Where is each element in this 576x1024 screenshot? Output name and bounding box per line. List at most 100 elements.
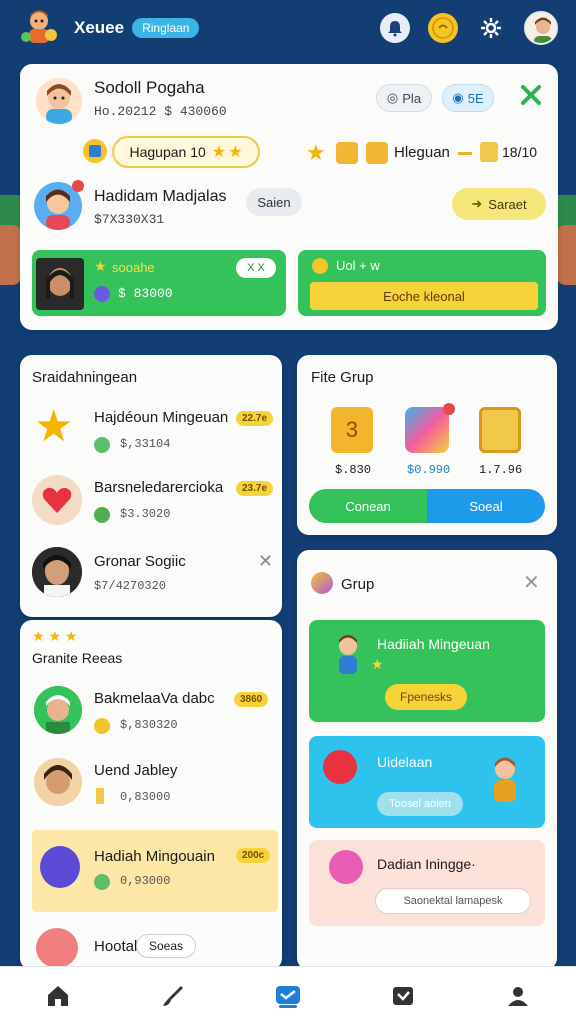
nav-task[interactable] bbox=[383, 976, 423, 1016]
list-item-highlighted[interactable]: Hadiah Mingouain 200c 0,93000 bbox=[32, 830, 278, 912]
item-badge: 23.7e bbox=[236, 481, 274, 496]
friend-meta: $7X330X31 bbox=[94, 212, 165, 227]
user-avatar bbox=[34, 686, 82, 734]
nav-brush[interactable] bbox=[153, 976, 193, 1016]
star-icon: ★ bbox=[64, 628, 78, 644]
close-icon[interactable]: ✕ bbox=[258, 551, 273, 572]
heart-icon bbox=[32, 475, 82, 525]
hleguan-value: 18/10 bbox=[502, 144, 538, 160]
rewards-card: ★ ★ ★ Granite Reeas BakmelaaVa dabc 3860… bbox=[20, 620, 282, 970]
grup-panel[interactable]: Dadian Iningge· Saonektal lamapesk bbox=[309, 840, 545, 926]
background-deco bbox=[556, 225, 576, 285]
grup-icon bbox=[311, 572, 333, 594]
list-item[interactable]: Gronar Sogiic ✕ $7/4270320 bbox=[20, 543, 282, 603]
list-item[interactable]: ★ Hajdéoun Mingeuan 22.7e $,33104 bbox=[20, 401, 282, 461]
profile-avatar[interactable] bbox=[36, 78, 82, 124]
grup-panel-button[interactable]: Saonektal lamapesk bbox=[375, 888, 531, 914]
notification-button[interactable] bbox=[380, 13, 410, 43]
profile-card: Sodoll Pogaha Ho.20212 $ 430060 ◎ Pla ◉ … bbox=[20, 64, 558, 330]
grup-panel-title: Hadiiah Mingeuan bbox=[377, 636, 490, 652]
list-item[interactable]: BakmelaaVa dabc 3860 $,830320 bbox=[20, 684, 282, 744]
user-avatar bbox=[34, 758, 82, 806]
status-chip-label: Pla bbox=[402, 90, 422, 106]
item-title: Uend Jabley bbox=[94, 762, 178, 779]
item-sub: 0,83000 bbox=[120, 790, 171, 804]
trophy-icon bbox=[480, 142, 498, 162]
notification-dot bbox=[443, 403, 455, 415]
level-chip[interactable]: ◉ 5E bbox=[442, 84, 494, 112]
item-chip[interactable]: Soeas bbox=[136, 934, 196, 958]
star-icon: ★ bbox=[32, 628, 45, 644]
arrow-icon: ➜ bbox=[471, 196, 483, 211]
task-icon bbox=[393, 986, 414, 1005]
coin-icon bbox=[94, 718, 110, 734]
reward-right-button[interactable]: Eoche kleonal bbox=[310, 282, 538, 310]
nav-profile[interactable] bbox=[498, 976, 538, 1016]
reward-left-x[interactable]: X X bbox=[236, 258, 276, 278]
friend-tag[interactable]: Saien bbox=[246, 188, 302, 216]
segmented-button: Conean Soeal bbox=[309, 489, 545, 523]
item-title: Hajdéoun Mingeuan bbox=[94, 409, 229, 426]
item-sub: $,33104 bbox=[120, 437, 171, 451]
hagupan-chip[interactable]: Hagupan 10 ★ ★ bbox=[112, 136, 260, 168]
item-title: Barsneledarercioka bbox=[94, 479, 224, 496]
segment-right[interactable]: Soeal bbox=[427, 489, 545, 523]
reward-panel-left[interactable]: ★ sooahe X X $ 83000 bbox=[32, 250, 286, 316]
list-item[interactable]: Uend Jabley 0,83000 bbox=[20, 756, 282, 816]
chest-icon[interactable]: 3 bbox=[331, 407, 373, 453]
settings-button[interactable] bbox=[476, 13, 506, 43]
coin-button[interactable] bbox=[428, 13, 458, 43]
grup-panel[interactable]: Uidelaan Toosel aolen bbox=[309, 736, 545, 828]
chest-icon bbox=[366, 142, 388, 164]
rewards-title: Granite Reeas bbox=[32, 650, 123, 666]
profile-icon bbox=[508, 986, 529, 1006]
nav-home[interactable] bbox=[38, 976, 78, 1016]
gift-icon[interactable] bbox=[405, 407, 449, 453]
gem-icon bbox=[94, 286, 110, 302]
segment-left[interactable]: Conean bbox=[309, 489, 427, 523]
star-icon: ★ bbox=[34, 402, 74, 451]
list-item[interactable]: Hootal Soeas bbox=[20, 922, 282, 970]
app-pill[interactable]: Ringlaan bbox=[132, 18, 200, 38]
friend-action-label: Saraet bbox=[488, 196, 527, 212]
friend-action-button[interactable]: ➜ Saraet bbox=[452, 188, 546, 220]
coin-icon bbox=[94, 507, 110, 523]
item-sub: $,830320 bbox=[120, 718, 178, 732]
profile-name: Sodoll Pogaha bbox=[94, 78, 205, 97]
creature-icon bbox=[40, 846, 80, 888]
trophy-icon[interactable] bbox=[479, 407, 521, 453]
coin-icon bbox=[94, 437, 110, 453]
coin-icon bbox=[94, 874, 110, 890]
item-title: Hadiah Mingouain bbox=[94, 848, 215, 865]
item-sub: $3.3020 bbox=[120, 507, 171, 521]
brush-icon bbox=[162, 985, 183, 1006]
item-title: Hootal bbox=[94, 938, 138, 955]
fite-title: Fite Grup bbox=[311, 369, 374, 386]
fite-value: $.830 bbox=[335, 463, 372, 477]
close-icon[interactable]: ✕ bbox=[523, 570, 540, 595]
notification-dot bbox=[72, 180, 84, 192]
piggy-icon bbox=[36, 928, 78, 968]
grup-card: Grup ✕ ★ Hadiiah Mingeuan Fpenesks Uidel… bbox=[297, 550, 557, 970]
gear-icon bbox=[481, 18, 501, 38]
app-name: Xeuee bbox=[74, 18, 125, 37]
summary-card: Sraidahningean ★ Hajdéoun Mingeuan 22.7e… bbox=[20, 355, 282, 617]
grup-panel-button[interactable]: Fpenesks bbox=[385, 684, 467, 710]
creature-icon bbox=[323, 750, 357, 784]
close-button[interactable] bbox=[516, 80, 546, 110]
grup-panel[interactable]: ★ Hadiiah Mingeuan Fpenesks bbox=[309, 620, 545, 722]
fite-value: $0.990 bbox=[407, 463, 451, 477]
star-icon: ★ bbox=[228, 144, 243, 161]
star-rating: ★ ★ ★ bbox=[32, 628, 77, 645]
item-sub: $7/4270320 bbox=[94, 579, 167, 593]
nav-chat[interactable] bbox=[268, 976, 308, 1016]
user-avatar[interactable] bbox=[524, 11, 558, 45]
chest-icon bbox=[336, 142, 358, 164]
grup-panel-title: Uidelaan bbox=[377, 754, 433, 770]
friend-name: Hadidam Madjalas bbox=[94, 188, 227, 205]
list-item[interactable]: Barsneledarercioka 23.7e $3.3020 bbox=[20, 471, 282, 531]
item-badge: 3860 bbox=[234, 692, 269, 707]
reward-panel-right[interactable]: Uol + w Eoche kleonal bbox=[298, 250, 546, 316]
status-chip[interactable]: ◎ Pla bbox=[376, 84, 432, 112]
grup-panel-button[interactable]: Toosel aolen bbox=[377, 792, 463, 816]
